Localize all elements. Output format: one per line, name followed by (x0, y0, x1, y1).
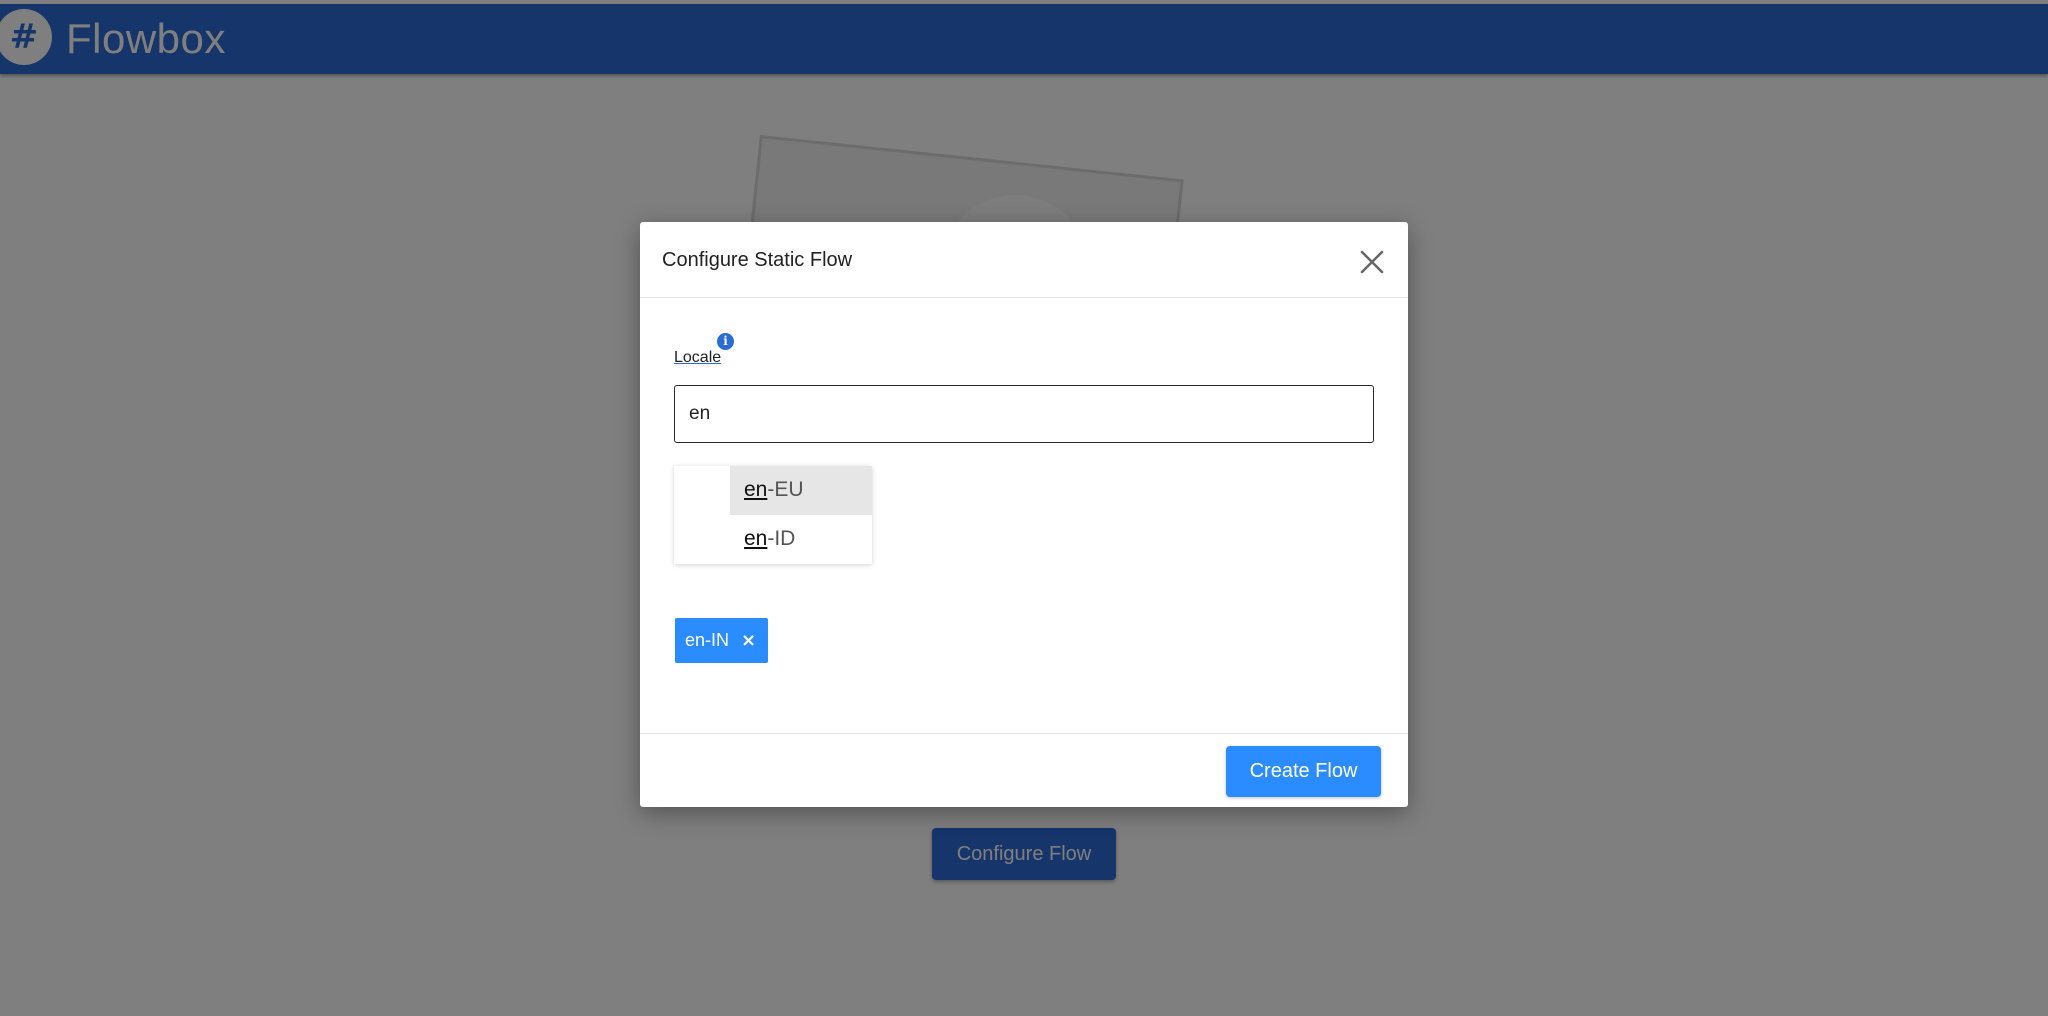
modal-header: Configure Static Flow (640, 222, 1408, 298)
modal-title: Configure Static Flow (662, 249, 853, 271)
configure-static-flow-modal: Configure Static Flow Locale i en-EU en-… (640, 222, 1408, 807)
info-icon[interactable]: i (717, 333, 734, 350)
option-match-text: en (744, 527, 768, 550)
option-match-text: en (744, 478, 768, 501)
close-button[interactable] (1350, 240, 1394, 284)
autocomplete-option-en-eu[interactable]: en-EU (730, 466, 872, 515)
close-icon (1360, 250, 1384, 274)
autocomplete-list: en-EU en-ID (730, 466, 872, 564)
option-rest-text: -EU (767, 478, 804, 501)
autocomplete-option-en-id[interactable]: en-ID (730, 515, 872, 564)
locale-input[interactable] (674, 385, 1374, 443)
option-rest-text: -ID (767, 527, 796, 550)
locale-label: Locale (674, 349, 722, 366)
tag-remove-icon[interactable]: × (741, 630, 756, 651)
tag-label: en-IN (685, 630, 730, 650)
selected-locale-tag: en-IN × (675, 618, 769, 663)
modal-footer: Create Flow (640, 733, 1408, 808)
create-flow-button[interactable]: Create Flow (1226, 746, 1381, 797)
